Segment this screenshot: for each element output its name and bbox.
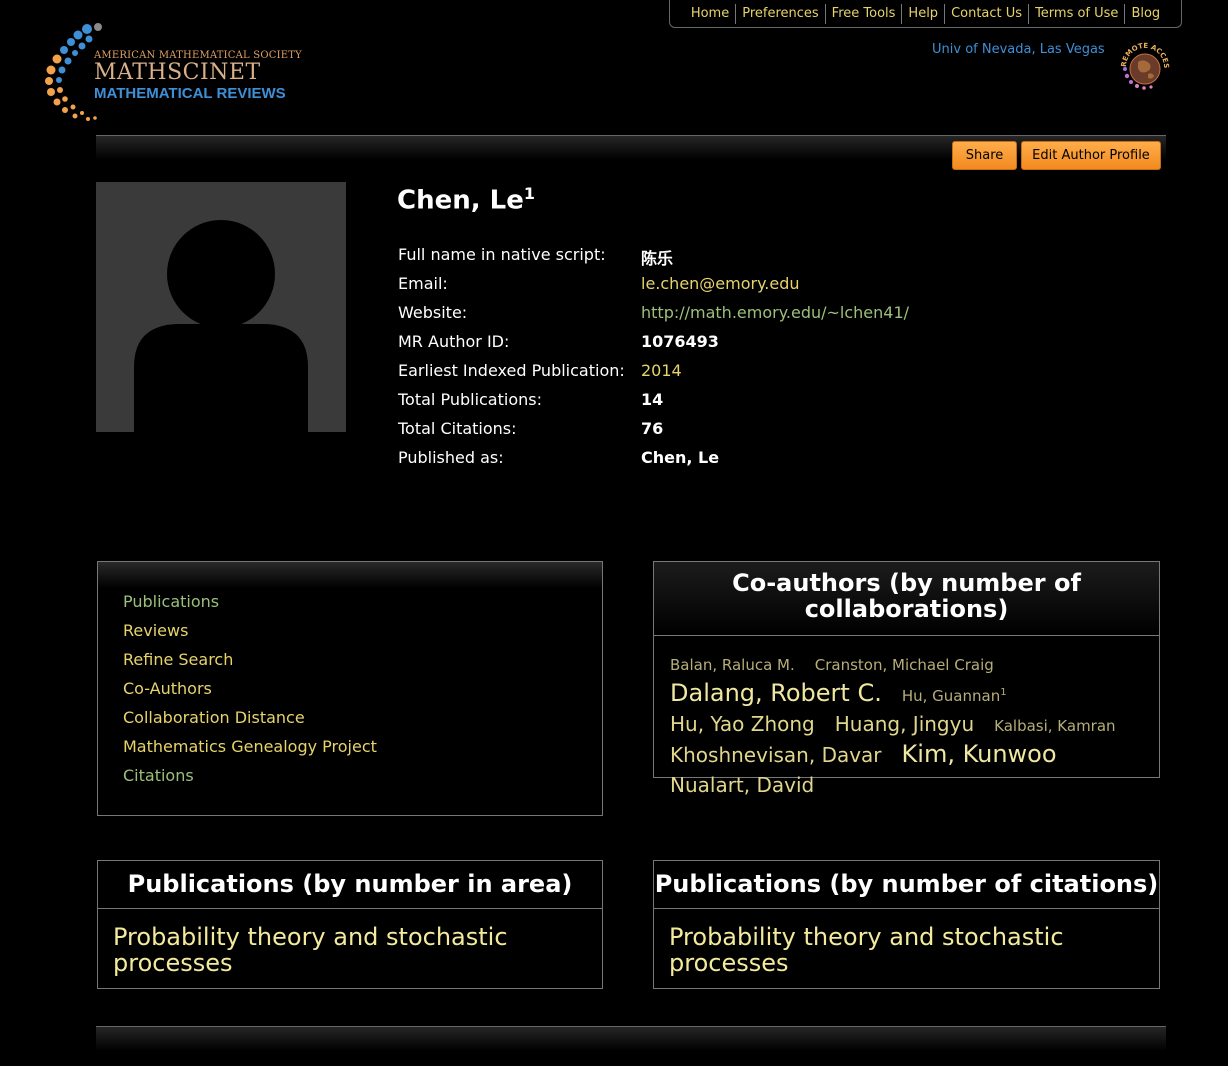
area-link[interactable]: Probability theory and stochastic proces… [654,909,1159,976]
coauthor-link[interactable]: Huang, Jingyu [835,710,974,738]
coauthor-link[interactable]: Nualart, David [670,771,814,799]
nav-free-tools-link[interactable]: Free Tools [824,3,902,24]
info-label: Email: [398,274,448,293]
total-citations-value: 76 [641,419,664,438]
menu-collaboration-distance-link[interactable]: Collaboration Distance [123,708,377,737]
coauthors-cloud: Balan, Raluca M. Cranston, Michael CraigD… [654,636,1159,801]
info-label: Total Citations: [398,419,517,438]
institution-name: Univ of Nevada, Las Vegas [932,42,1105,57]
menu-genealogy-project-link[interactable]: Mathematics Genealogy Project [123,737,377,766]
author-menu: Publications Reviews Refine Search Co-Au… [123,592,377,795]
publications-by-area-title: Publications (by number in area) [98,861,602,909]
footer-divider [96,1026,1166,1051]
native-name-value: 陈乐 [641,249,674,268]
logo-text: AMERICAN MATHEMATICAL SOCIETY MATHSCINET… [94,50,302,102]
info-label: Website: [398,303,468,322]
nav-terms-of-use-link[interactable]: Terms of Use [1028,3,1124,24]
coauthor-link[interactable]: Dalang, Robert C. [670,679,882,707]
publications-by-area-box: Publications (by number in area) Probabi… [97,860,603,989]
default-avatar-icon [134,220,308,432]
info-label: Published as: [398,448,504,467]
menu-co-authors-link[interactable]: Co-Authors [123,679,377,708]
logo-mathscinet-text: MATHSCINET [94,60,261,85]
coauthors-title: Co-authors (by number of collaborations) [654,562,1159,636]
menu-refine-search-link[interactable]: Refine Search [123,650,377,679]
nav-home-link[interactable]: Home [685,4,735,24]
coauthor-link[interactable]: Cranston, Michael Craig [815,651,994,679]
publications-by-citations-box: Publications (by number of citations) Pr… [653,860,1160,989]
menu-reviews-link[interactable]: Reviews [123,621,377,650]
info-label: Earliest Indexed Publication: [398,361,625,380]
coauthor-link[interactable]: Hu, Yao Zhong [670,710,815,738]
remote-access-badge[interactable]: REMOTE ACCESS [1115,34,1172,94]
menu-publications-link[interactable]: Publications [123,592,377,621]
coauthor-link[interactable]: Kim, Kunwoo [902,740,1057,768]
mathscinet-logo[interactable]: AMERICAN MATHEMATICAL SOCIETY MATHSCINET… [44,20,302,122]
menu-citations-link[interactable]: Citations [123,766,377,795]
website-link[interactable]: http://math.emory.edu/~lchen41/ [641,303,909,322]
area-link[interactable]: Probability theory and stochastic proces… [98,909,602,976]
edit-author-profile-button[interactable]: Edit Author Profile [1021,141,1161,170]
globe-icon: REMOTE ACCESS [1115,34,1170,90]
coauthor-link[interactable]: Kalbasi, Kamran [994,712,1115,740]
coauthors-box: Co-authors (by number of collaborations)… [653,561,1160,797]
publications-by-citations-title: Publications (by number of citations) [654,861,1159,909]
coauthor-link[interactable]: Balan, Raluca M. [670,651,795,679]
nav-help-link[interactable]: Help [901,3,944,24]
author-name: Chen, Le1 [397,184,536,216]
nav-preferences-link[interactable]: Preferences [735,3,824,24]
coauthor-link[interactable]: Hu, Guannan1 [902,679,1007,710]
share-button[interactable]: Share [952,141,1017,170]
avatar [96,182,346,432]
coauthor-link[interactable]: Khoshnevisan, Davar [670,741,882,769]
author-menu-box: Publications Reviews Refine Search Co-Au… [97,561,603,816]
nav-blog-link[interactable]: Blog [1124,3,1166,24]
coauthor-superscript: 1 [1000,687,1007,698]
info-label: Full name in native script: [398,245,606,264]
top-nav: Home Preferences Free Tools Help Contact… [669,0,1182,28]
nav-contact-us-link[interactable]: Contact Us [944,3,1028,24]
earliest-publication-link[interactable]: 2014 [641,361,682,380]
info-label: Total Publications: [398,390,542,409]
published-as-value: Chen, Le [641,448,720,467]
email-link[interactable]: le.chen@emory.edu [641,274,800,293]
author-name-superscript: 1 [523,184,536,203]
total-publications-value: 14 [641,390,664,409]
info-label: MR Author ID: [398,332,510,351]
logo-mr-text: MATHEMATICAL REVIEWS [94,85,286,102]
mr-author-id-value: 1076493 [641,332,719,351]
